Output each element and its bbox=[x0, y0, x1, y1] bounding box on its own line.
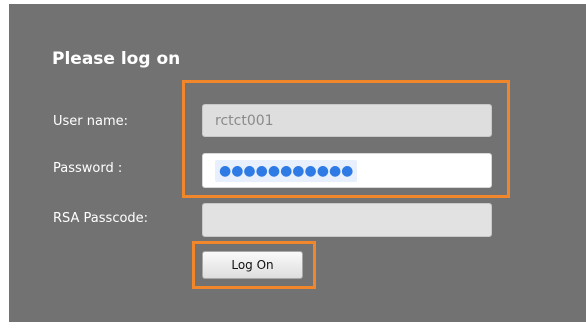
rsa-passcode-label: RSA Passcode: bbox=[53, 211, 149, 226]
page-title: Please log on bbox=[52, 49, 181, 69]
rsa-passcode-field[interactable] bbox=[202, 203, 492, 237]
password-field[interactable]: ●●●●●●●●●●● bbox=[202, 153, 492, 188]
password-label: Password : bbox=[53, 161, 123, 176]
log-on-button[interactable]: Log On bbox=[202, 251, 303, 279]
username-label: User name: bbox=[53, 114, 129, 129]
password-masked-value: ●●●●●●●●●●● bbox=[215, 159, 358, 182]
bottom-strip bbox=[0, 322, 586, 334]
username-field[interactable] bbox=[202, 104, 492, 137]
